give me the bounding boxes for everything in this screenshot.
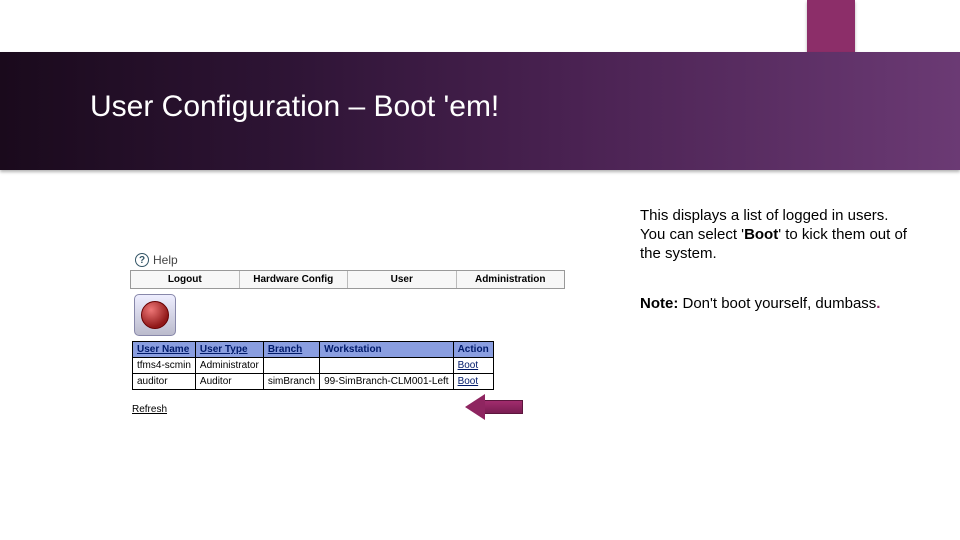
menu-administration[interactable]: Administration — [457, 271, 565, 288]
cell-workstation: 99-SimBranch-CLM001-Left — [320, 374, 454, 390]
note-text: Note: Don't boot yourself, dumbass. — [640, 295, 900, 314]
table-header-row: User Name User Type Branch Workstation A… — [133, 342, 494, 358]
description-text: This displays a list of logged in users.… — [640, 207, 910, 263]
help-label: Help — [153, 253, 178, 267]
desc-bold: Boot — [744, 226, 778, 243]
note-body: Don't boot yourself, dumbass — [678, 295, 876, 312]
col-user-type[interactable]: User Type — [195, 342, 263, 358]
help-link[interactable]: ? Help — [130, 250, 580, 270]
menu-user[interactable]: User — [348, 271, 457, 288]
cell-user: auditor — [133, 374, 196, 390]
cell-type: Administrator — [195, 358, 263, 374]
menu-bar: Logout Hardware Config User Administrati… — [130, 270, 565, 289]
col-action: Action — [453, 342, 493, 358]
col-user-name[interactable]: User Name — [133, 342, 196, 358]
record-icon[interactable] — [134, 294, 176, 336]
cell-branch: simBranch — [263, 374, 319, 390]
cell-type: Auditor — [195, 374, 263, 390]
table-row: auditor Auditor simBranch 99-SimBranch-C… — [133, 374, 494, 390]
cell-workstation — [320, 358, 454, 374]
slide-title: User Configuration – Boot 'em! — [90, 90, 499, 124]
cell-user: tfms4-scmin — [133, 358, 196, 374]
col-workstation: Workstation — [320, 342, 454, 358]
menu-hardware-config[interactable]: Hardware Config — [240, 271, 349, 288]
help-icon: ? — [135, 253, 149, 267]
note-dot: . — [876, 295, 880, 312]
col-branch[interactable]: Branch — [263, 342, 319, 358]
arrow-callout — [465, 394, 525, 420]
cell-branch — [263, 358, 319, 374]
boot-button[interactable]: Boot — [458, 376, 479, 387]
refresh-link[interactable]: Refresh — [132, 404, 167, 415]
app-screenshot: ? Help Logout Hardware Config User Admin… — [130, 250, 580, 415]
record-icon-inner — [141, 301, 169, 329]
users-table: User Name User Type Branch Workstation A… — [132, 341, 494, 390]
arrow-head-icon — [465, 394, 485, 420]
note-label: Note: — [640, 295, 678, 312]
boot-button[interactable]: Boot — [458, 360, 479, 371]
menu-logout[interactable]: Logout — [131, 271, 240, 288]
arrow-body — [483, 400, 523, 414]
table-row: tfms4-scmin Administrator Boot — [133, 358, 494, 374]
